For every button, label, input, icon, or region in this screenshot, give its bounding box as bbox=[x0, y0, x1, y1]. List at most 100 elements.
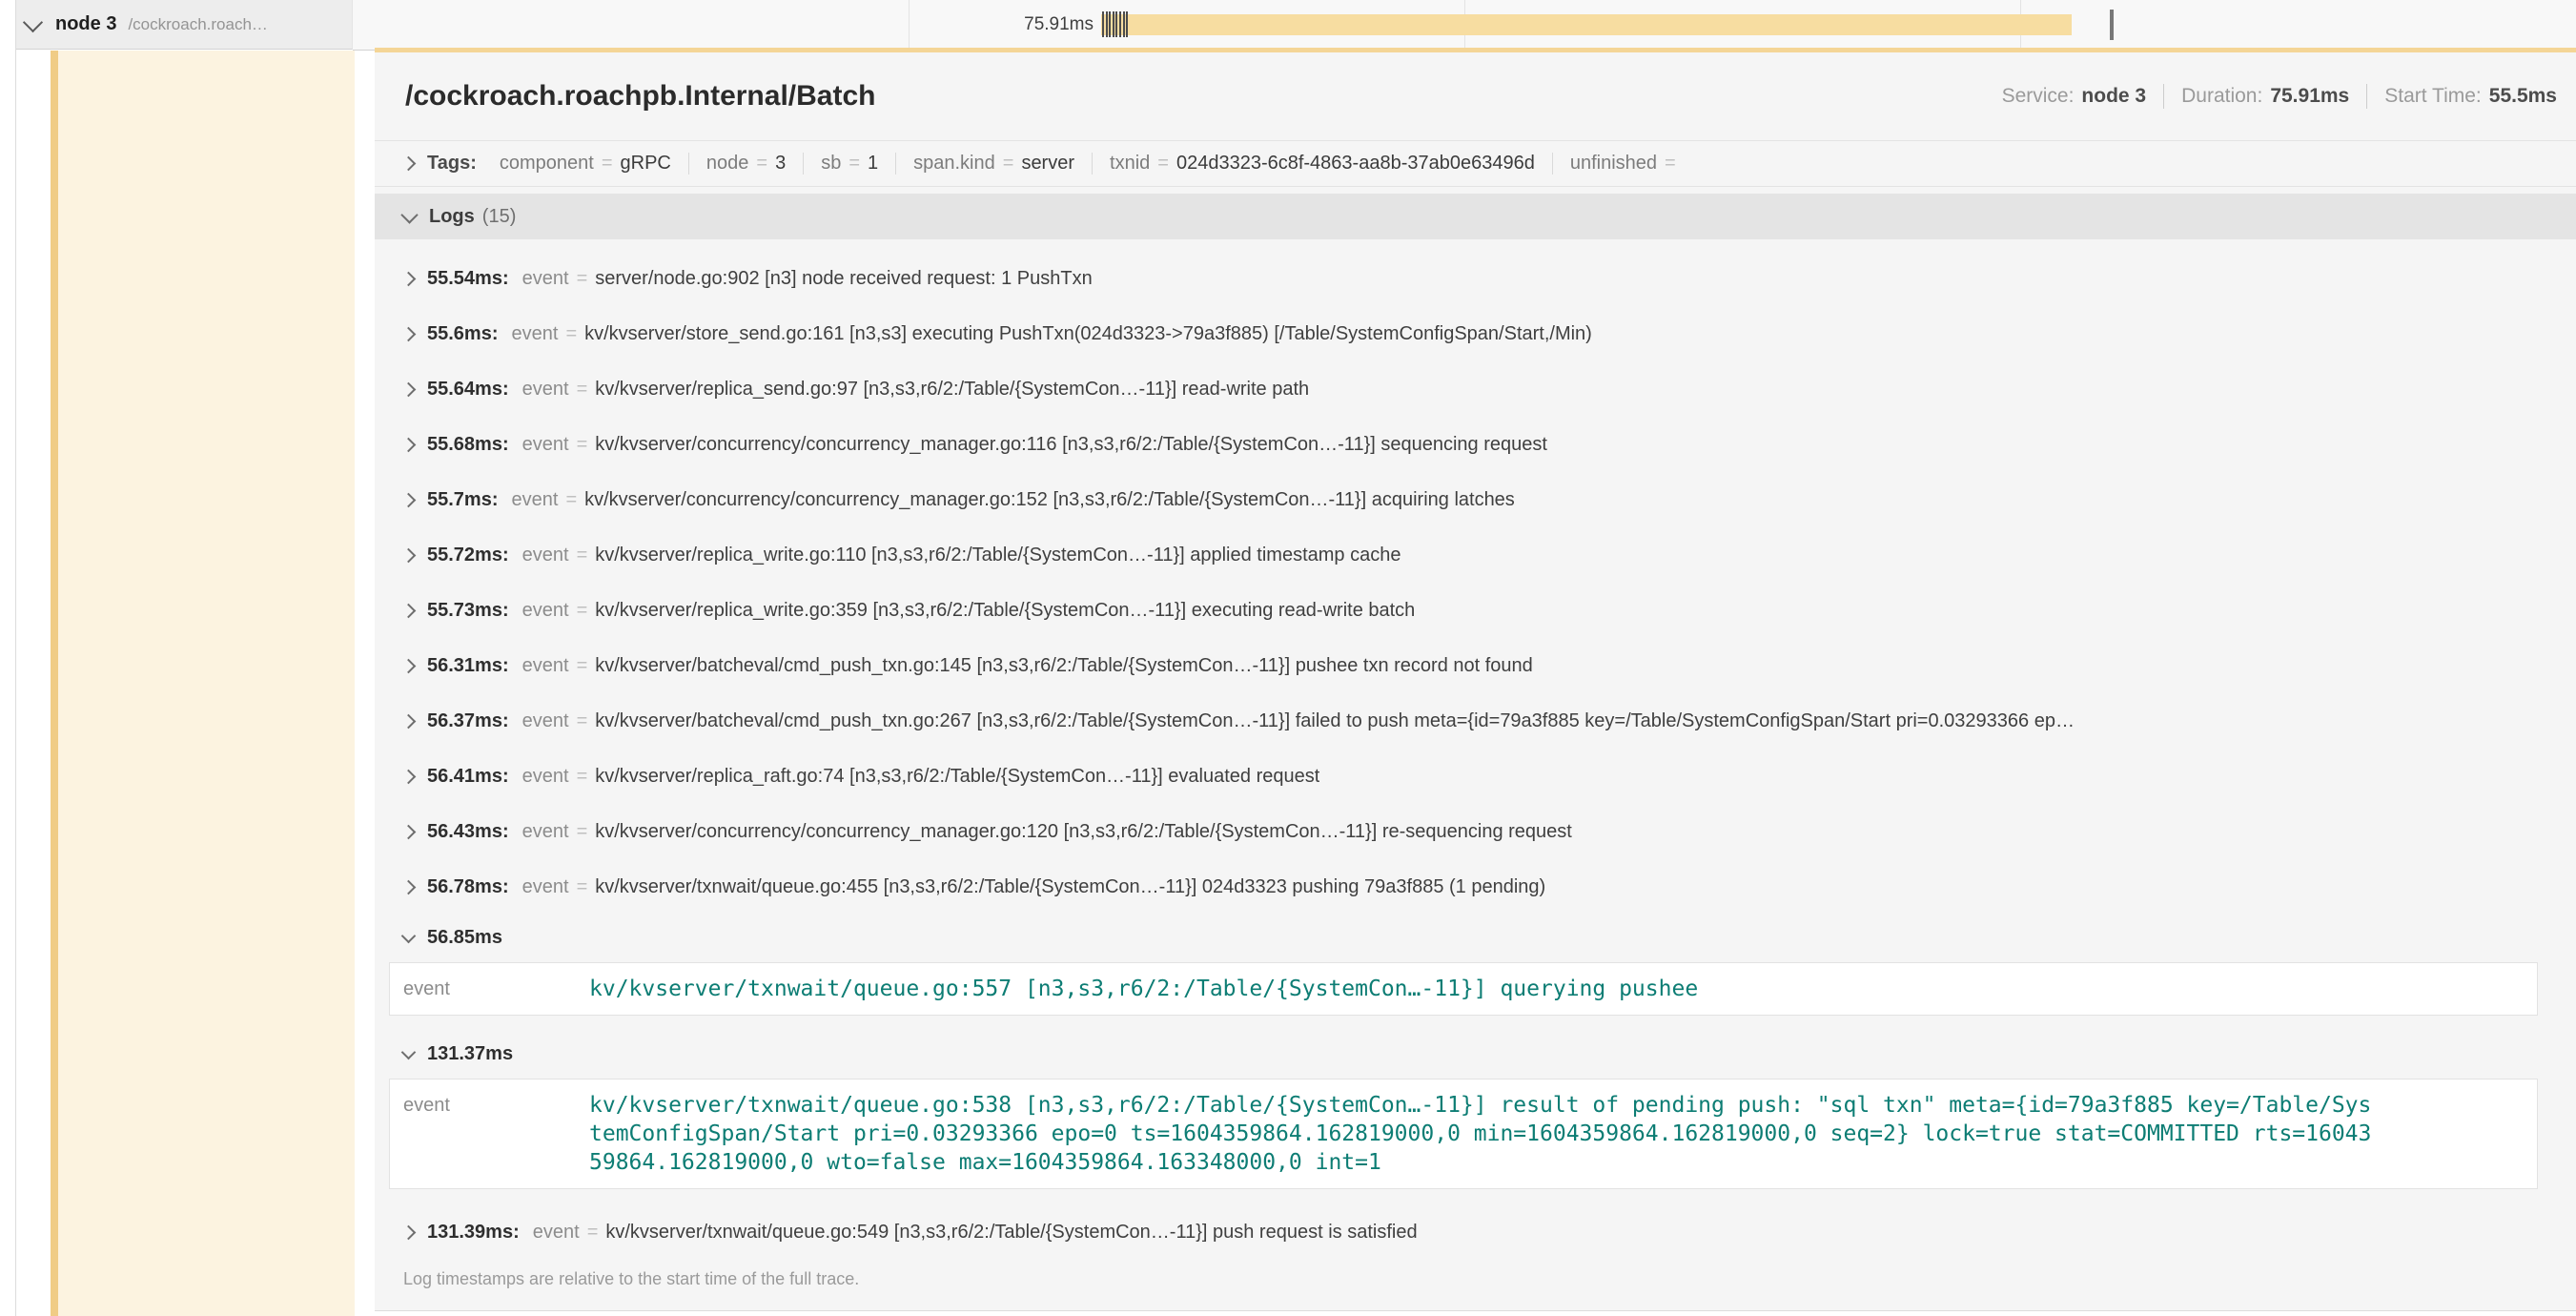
equals-sign: = bbox=[577, 766, 588, 788]
tag-value: server bbox=[1021, 153, 1074, 174]
logs-header[interactable]: Logs (15) bbox=[375, 194, 2576, 239]
log-value: kv/kvserver/replica_write.go:359 [n3,s3,… bbox=[595, 600, 1415, 622]
chevron-right-icon[interactable] bbox=[401, 658, 417, 673]
log-value: kv/kvserver/concurrency/concurrency_mana… bbox=[595, 434, 1547, 456]
logs-section: Logs (15) 55.54ms: event = server/node.go:9… bbox=[375, 194, 2576, 1289]
log-entry-toggle[interactable]: 55.54ms: event = server/node.go:902 [n3] no… bbox=[375, 251, 2576, 306]
chevron-right-icon[interactable] bbox=[401, 1224, 417, 1240]
log-marker bbox=[1126, 11, 1128, 37]
tags-label: Tags: bbox=[427, 153, 477, 175]
log-value: kv/kvserver/txnwait/queue.go:549 [n3,s3,… bbox=[605, 1222, 1417, 1244]
chevron-right-icon[interactable] bbox=[401, 824, 417, 839]
log-entry-toggle[interactable]: 55.6ms:event=kv/kvserver/store_send.go:1… bbox=[375, 306, 2576, 361]
log-key: event bbox=[512, 323, 559, 345]
log-entry-toggle[interactable]: 55.73ms: event = kv/kvserver/replica_write.… bbox=[375, 583, 2576, 638]
log-value: kv/kvserver/store_send.go:161 [n3,s3] ex… bbox=[584, 323, 1592, 345]
log-value: server/node.go:902 [n3] node received re… bbox=[595, 268, 1092, 290]
chevron-down-icon[interactable] bbox=[23, 12, 43, 32]
span-detail-panel: /cockroach.roachpb.Internal/Batch Servic… bbox=[375, 48, 2576, 1311]
log-entry-toggle[interactable]: 56.41ms:event=kv/kvserver/replica_raft.g… bbox=[375, 749, 2576, 804]
span-duration-label: 75.91ms bbox=[353, 0, 1094, 50]
log-entry-toggle[interactable]: 55.7ms:event=kv/kvserver/concurrency/con… bbox=[375, 472, 2576, 527]
equals-sign: = bbox=[602, 153, 613, 174]
tags-section[interactable]: Tags: component=gRPCnode=3sb=1span.kind=… bbox=[375, 141, 2576, 187]
equals-sign: = bbox=[577, 876, 588, 898]
equals-sign: = bbox=[577, 710, 588, 732]
log-value: kv/kvserver/replica_send.go:97 [n3,s3,r6… bbox=[595, 379, 1309, 401]
span-name-column[interactable]: node 3 /cockroach.roach… bbox=[16, 0, 353, 50]
selected-row-highlight bbox=[58, 51, 355, 1316]
chevron-right-icon[interactable] bbox=[401, 271, 417, 286]
log-entry-expanded: 131.37mseventkv/kvserver/txnwait/queue.g… bbox=[375, 1031, 2576, 1189]
log-value: kv/kvserver/concurrency/concurrency_mana… bbox=[584, 489, 1515, 511]
log-entry-toggle[interactable]: 131.39ms:event=kv/kvserver/txnwait/queue… bbox=[375, 1204, 2576, 1260]
service-label: Service: bbox=[2002, 85, 2075, 108]
log-timestamp: 55.64ms: bbox=[427, 379, 509, 401]
span-meta: Service: node 3 Duration: 75.91ms Start … bbox=[2002, 84, 2557, 109]
chevron-right-icon[interactable] bbox=[401, 547, 417, 563]
meta-divider bbox=[2163, 84, 2164, 109]
span-bar[interactable] bbox=[1101, 14, 2072, 35]
span-detail-header: /cockroach.roachpb.Internal/Batch Servic… bbox=[375, 52, 2576, 141]
log-entry-expanded: 56.85mseventkv/kvserver/txnwait/queue.go… bbox=[375, 915, 2576, 1016]
tag-key: node bbox=[706, 153, 749, 174]
service-value: node 3 bbox=[2081, 85, 2146, 108]
chevron-right-icon[interactable] bbox=[401, 437, 417, 452]
log-entry-toggle[interactable]: 55.64ms:event=kv/kvserver/replica_send.g… bbox=[375, 361, 2576, 417]
chevron-right-icon[interactable] bbox=[401, 769, 417, 784]
equals-sign: = bbox=[577, 600, 588, 622]
log-entry-toggle[interactable]: 55.72ms:event=kv/kvserver/replica_write.… bbox=[375, 527, 2576, 583]
log-entry-toggle[interactable]: 56.78ms:event=kv/kvserver/txnwait/queue.… bbox=[375, 859, 2576, 915]
duration-label: Duration: bbox=[2181, 85, 2262, 108]
start-time-label: Start Time: bbox=[2384, 85, 2482, 108]
log-entry-toggle[interactable]: 131.37ms bbox=[375, 1031, 2576, 1077]
chevron-right-icon[interactable] bbox=[401, 326, 417, 341]
log-entry-toggle[interactable]: 56.37ms:event=kv/kvserver/batcheval/cmd_… bbox=[375, 693, 2576, 749]
equals-sign: = bbox=[577, 268, 588, 290]
span-timeline[interactable]: 75.91ms bbox=[353, 0, 2576, 51]
log-marker bbox=[1109, 11, 1111, 37]
log-marker bbox=[1115, 11, 1117, 37]
equals-sign: = bbox=[565, 489, 577, 511]
log-value: kv/kvserver/txnwait/queue.go:455 [n3,s3,… bbox=[595, 876, 1545, 898]
chevron-right-icon[interactable] bbox=[401, 713, 417, 729]
log-fields-table: eventkv/kvserver/txnwait/queue.go:557 [n… bbox=[389, 962, 2538, 1016]
tag-value: 1 bbox=[868, 153, 878, 174]
log-key: event bbox=[522, 710, 569, 732]
span-operation-name: /cockroach.roach… bbox=[128, 15, 267, 34]
log-value: kv/kvserver/concurrency/concurrency_mana… bbox=[595, 821, 1572, 843]
log-value: kv/kvserver/batcheval/cmd_push_txn.go:26… bbox=[595, 710, 2075, 732]
start-time-value: 55.5ms bbox=[2489, 85, 2557, 108]
equals-sign: = bbox=[587, 1222, 599, 1244]
tag-item: sb=1 bbox=[803, 153, 895, 175]
log-key: event bbox=[522, 876, 569, 898]
chevron-right-icon[interactable] bbox=[401, 492, 417, 507]
span-detail-title: /cockroach.roachpb.Internal/Batch bbox=[405, 80, 875, 113]
equals-sign: = bbox=[577, 655, 588, 677]
span-service-name: node 3 bbox=[55, 13, 116, 35]
meta-divider bbox=[2366, 84, 2367, 109]
log-entry-toggle[interactable]: 56.85ms bbox=[375, 915, 2576, 960]
log-entry-toggle[interactable]: 56.43ms:event=kv/kvserver/concurrency/co… bbox=[375, 804, 2576, 859]
log-key: event bbox=[522, 268, 569, 290]
chevron-right-icon[interactable] bbox=[401, 156, 417, 172]
log-timestamp: 55.54ms: bbox=[427, 268, 509, 290]
chevron-right-icon[interactable] bbox=[401, 879, 417, 894]
log-timestamp: 55.73ms: bbox=[427, 600, 509, 622]
log-fields-table: eventkv/kvserver/txnwait/queue.go:538 [n… bbox=[389, 1079, 2538, 1189]
log-field-key: event bbox=[390, 1091, 589, 1120]
chevron-right-icon[interactable] bbox=[401, 381, 417, 397]
equals-sign: = bbox=[577, 821, 588, 843]
log-entry-toggle[interactable]: 55.68ms:event=kv/kvserver/concurrency/co… bbox=[375, 417, 2576, 472]
equals-sign: = bbox=[848, 153, 860, 174]
chevron-right-icon[interactable] bbox=[401, 603, 417, 618]
chevron-down-icon[interactable] bbox=[401, 1044, 417, 1059]
log-entry-toggle[interactable]: 56.31ms:event=kv/kvserver/batcheval/cmd_… bbox=[375, 638, 2576, 693]
equals-sign: = bbox=[1157, 153, 1169, 174]
log-key: event bbox=[522, 600, 569, 622]
log-timestamp: 55.6ms: bbox=[427, 323, 499, 345]
logs-title: Logs bbox=[429, 206, 475, 228]
span-row[interactable]: node 3 /cockroach.roach… 75.91ms bbox=[16, 0, 2576, 51]
chevron-down-icon[interactable] bbox=[401, 928, 417, 943]
chevron-down-icon[interactable] bbox=[400, 206, 418, 223]
